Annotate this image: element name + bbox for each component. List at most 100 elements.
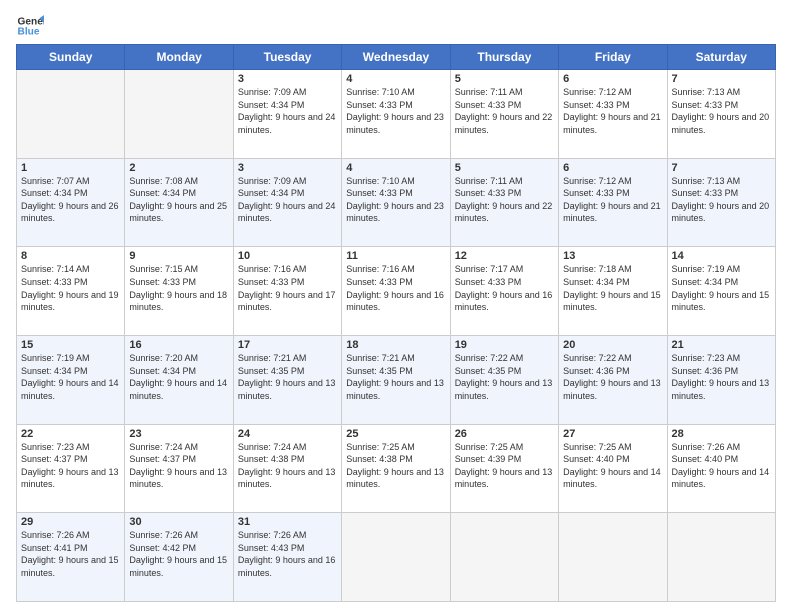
day-number: 27 [563, 428, 662, 440]
day-number: 21 [672, 339, 771, 351]
page: General Blue SundayMondayTuesdayWednesda… [0, 0, 792, 612]
day-number: 10 [238, 250, 337, 262]
calendar-cell: 14Sunrise: 7:19 AMSunset: 4:34 PMDayligh… [667, 247, 775, 336]
calendar-row: 3Sunrise: 7:09 AMSunset: 4:34 PMDaylight… [17, 70, 776, 159]
calendar-cell: 6Sunrise: 7:12 AMSunset: 4:33 PMDaylight… [559, 70, 667, 159]
day-number: 5 [455, 162, 554, 174]
day-number: 24 [238, 428, 337, 440]
day-info: Sunrise: 7:25 AMSunset: 4:38 PMDaylight:… [346, 441, 445, 491]
day-number: 6 [563, 73, 662, 85]
day-info: Sunrise: 7:23 AMSunset: 4:37 PMDaylight:… [21, 441, 120, 491]
day-number: 3 [238, 73, 337, 85]
day-info: Sunrise: 7:17 AMSunset: 4:33 PMDaylight:… [455, 263, 554, 313]
day-info: Sunrise: 7:25 AMSunset: 4:39 PMDaylight:… [455, 441, 554, 491]
weekday-header: Tuesday [233, 45, 341, 70]
day-number: 22 [21, 428, 120, 440]
calendar-cell [667, 513, 775, 602]
day-number: 7 [672, 162, 771, 174]
day-number: 17 [238, 339, 337, 351]
calendar-cell: 29Sunrise: 7:26 AMSunset: 4:41 PMDayligh… [17, 513, 125, 602]
calendar-cell: 10Sunrise: 7:16 AMSunset: 4:33 PMDayligh… [233, 247, 341, 336]
calendar-cell [342, 513, 450, 602]
weekday-header: Thursday [450, 45, 558, 70]
calendar-cell: 7Sunrise: 7:13 AMSunset: 4:33 PMDaylight… [667, 70, 775, 159]
calendar-row: 29Sunrise: 7:26 AMSunset: 4:41 PMDayligh… [17, 513, 776, 602]
day-info: Sunrise: 7:12 AMSunset: 4:33 PMDaylight:… [563, 86, 662, 136]
day-info: Sunrise: 7:24 AMSunset: 4:38 PMDaylight:… [238, 441, 337, 491]
day-number: 8 [21, 250, 120, 262]
day-number: 19 [455, 339, 554, 351]
day-number: 13 [563, 250, 662, 262]
day-info: Sunrise: 7:25 AMSunset: 4:40 PMDaylight:… [563, 441, 662, 491]
weekday-header: Monday [125, 45, 233, 70]
calendar-cell: 1Sunrise: 7:07 AMSunset: 4:34 PMDaylight… [17, 158, 125, 247]
calendar-cell [450, 513, 558, 602]
day-info: Sunrise: 7:20 AMSunset: 4:34 PMDaylight:… [129, 352, 228, 402]
day-number: 3 [238, 162, 337, 174]
day-info: Sunrise: 7:22 AMSunset: 4:36 PMDaylight:… [563, 352, 662, 402]
day-number: 5 [455, 73, 554, 85]
day-number: 1 [21, 162, 120, 174]
day-number: 31 [238, 516, 337, 528]
day-info: Sunrise: 7:24 AMSunset: 4:37 PMDaylight:… [129, 441, 228, 491]
calendar-cell [125, 70, 233, 159]
calendar-cell [17, 70, 125, 159]
calendar-header-row: SundayMondayTuesdayWednesdayThursdayFrid… [17, 45, 776, 70]
day-info: Sunrise: 7:22 AMSunset: 4:35 PMDaylight:… [455, 352, 554, 402]
logo: General Blue [16, 12, 44, 40]
day-info: Sunrise: 7:09 AMSunset: 4:34 PMDaylight:… [238, 175, 337, 225]
calendar-cell: 9Sunrise: 7:15 AMSunset: 4:33 PMDaylight… [125, 247, 233, 336]
day-info: Sunrise: 7:14 AMSunset: 4:33 PMDaylight:… [21, 263, 120, 313]
calendar-cell: 19Sunrise: 7:22 AMSunset: 4:35 PMDayligh… [450, 335, 558, 424]
day-number: 25 [346, 428, 445, 440]
day-info: Sunrise: 7:21 AMSunset: 4:35 PMDaylight:… [238, 352, 337, 402]
weekday-header: Wednesday [342, 45, 450, 70]
day-info: Sunrise: 7:10 AMSunset: 4:33 PMDaylight:… [346, 175, 445, 225]
day-info: Sunrise: 7:26 AMSunset: 4:41 PMDaylight:… [21, 529, 120, 579]
day-number: 23 [129, 428, 228, 440]
day-number: 9 [129, 250, 228, 262]
day-info: Sunrise: 7:09 AMSunset: 4:34 PMDaylight:… [238, 86, 337, 136]
calendar-row: 15Sunrise: 7:19 AMSunset: 4:34 PMDayligh… [17, 335, 776, 424]
day-number: 29 [21, 516, 120, 528]
calendar-cell: 4Sunrise: 7:10 AMSunset: 4:33 PMDaylight… [342, 70, 450, 159]
calendar-cell: 5Sunrise: 7:11 AMSunset: 4:33 PMDaylight… [450, 158, 558, 247]
calendar-cell: 31Sunrise: 7:26 AMSunset: 4:43 PMDayligh… [233, 513, 341, 602]
calendar-cell: 8Sunrise: 7:14 AMSunset: 4:33 PMDaylight… [17, 247, 125, 336]
calendar-cell: 13Sunrise: 7:18 AMSunset: 4:34 PMDayligh… [559, 247, 667, 336]
day-info: Sunrise: 7:26 AMSunset: 4:42 PMDaylight:… [129, 529, 228, 579]
day-number: 15 [21, 339, 120, 351]
header: General Blue [16, 12, 776, 40]
calendar-cell: 17Sunrise: 7:21 AMSunset: 4:35 PMDayligh… [233, 335, 341, 424]
weekday-header: Sunday [17, 45, 125, 70]
calendar-cell: 15Sunrise: 7:19 AMSunset: 4:34 PMDayligh… [17, 335, 125, 424]
day-info: Sunrise: 7:16 AMSunset: 4:33 PMDaylight:… [346, 263, 445, 313]
day-number: 7 [672, 73, 771, 85]
calendar-cell: 24Sunrise: 7:24 AMSunset: 4:38 PMDayligh… [233, 424, 341, 513]
calendar-cell: 5Sunrise: 7:11 AMSunset: 4:33 PMDaylight… [450, 70, 558, 159]
calendar-row: 1Sunrise: 7:07 AMSunset: 4:34 PMDaylight… [17, 158, 776, 247]
calendar-cell: 21Sunrise: 7:23 AMSunset: 4:36 PMDayligh… [667, 335, 775, 424]
calendar-cell: 7Sunrise: 7:13 AMSunset: 4:33 PMDaylight… [667, 158, 775, 247]
calendar-cell: 27Sunrise: 7:25 AMSunset: 4:40 PMDayligh… [559, 424, 667, 513]
day-number: 20 [563, 339, 662, 351]
calendar-cell: 2Sunrise: 7:08 AMSunset: 4:34 PMDaylight… [125, 158, 233, 247]
calendar-cell: 28Sunrise: 7:26 AMSunset: 4:40 PMDayligh… [667, 424, 775, 513]
day-number: 30 [129, 516, 228, 528]
day-info: Sunrise: 7:26 AMSunset: 4:40 PMDaylight:… [672, 441, 771, 491]
calendar-cell: 12Sunrise: 7:17 AMSunset: 4:33 PMDayligh… [450, 247, 558, 336]
day-info: Sunrise: 7:21 AMSunset: 4:35 PMDaylight:… [346, 352, 445, 402]
calendar-row: 22Sunrise: 7:23 AMSunset: 4:37 PMDayligh… [17, 424, 776, 513]
day-number: 4 [346, 73, 445, 85]
day-info: Sunrise: 7:10 AMSunset: 4:33 PMDaylight:… [346, 86, 445, 136]
calendar-cell: 4Sunrise: 7:10 AMSunset: 4:33 PMDaylight… [342, 158, 450, 247]
day-number: 11 [346, 250, 445, 262]
calendar-row: 8Sunrise: 7:14 AMSunset: 4:33 PMDaylight… [17, 247, 776, 336]
day-number: 18 [346, 339, 445, 351]
day-info: Sunrise: 7:13 AMSunset: 4:33 PMDaylight:… [672, 86, 771, 136]
day-info: Sunrise: 7:13 AMSunset: 4:33 PMDaylight:… [672, 175, 771, 225]
day-info: Sunrise: 7:19 AMSunset: 4:34 PMDaylight:… [672, 263, 771, 313]
calendar-table: SundayMondayTuesdayWednesdayThursdayFrid… [16, 44, 776, 602]
logo-icon: General Blue [16, 12, 44, 40]
calendar-cell: 22Sunrise: 7:23 AMSunset: 4:37 PMDayligh… [17, 424, 125, 513]
